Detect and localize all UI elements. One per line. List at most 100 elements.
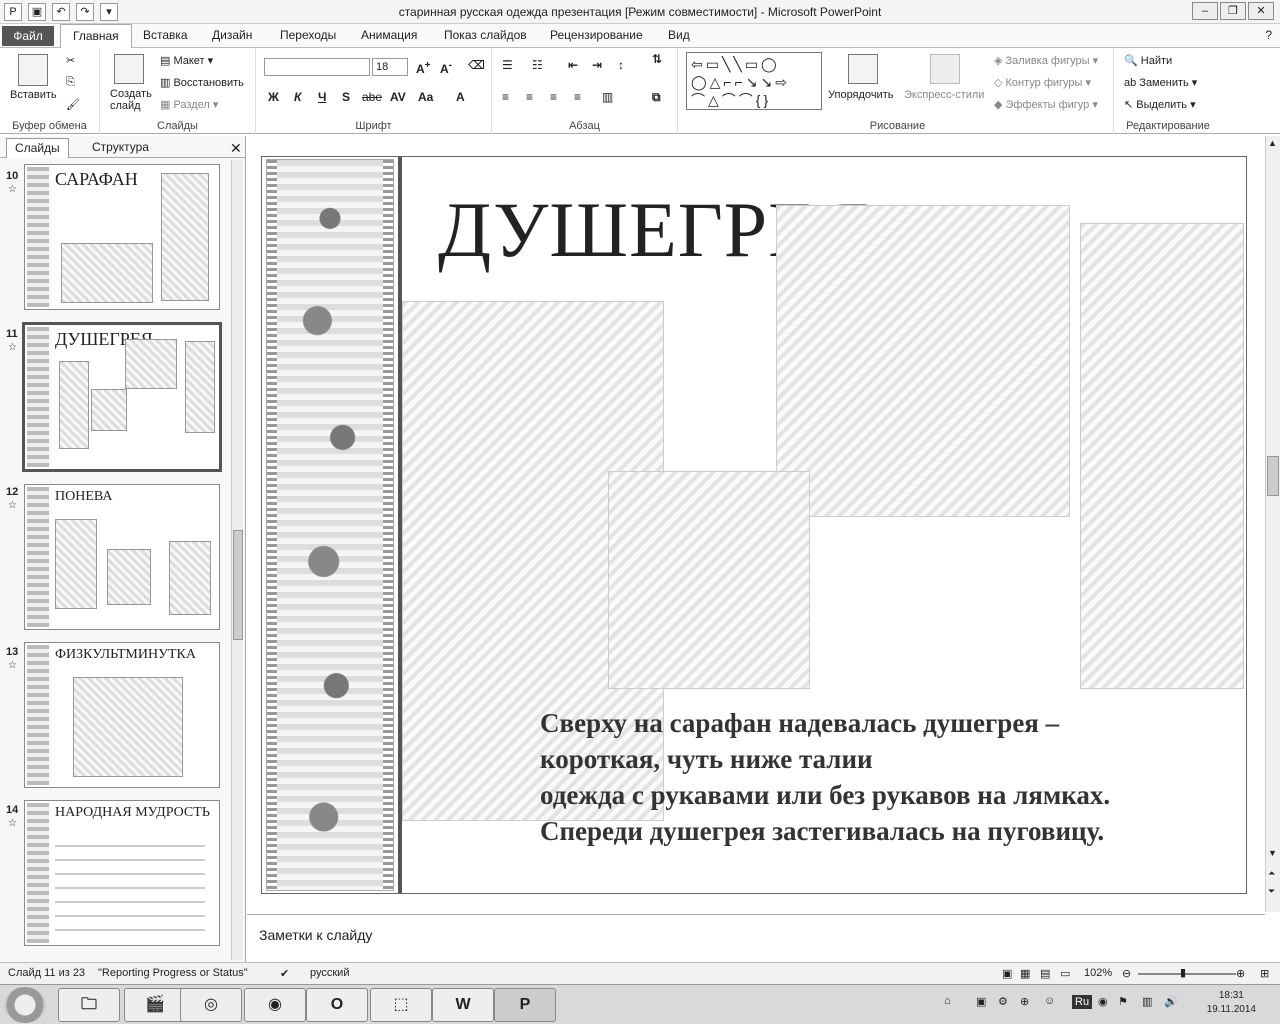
- fit-slide-icon[interactable]: ⊞: [1260, 967, 1269, 980]
- flag-icon[interactable]: ⚑: [1118, 995, 1128, 1008]
- select-button[interactable]: ↖ Выделить ▾: [1124, 98, 1196, 111]
- tab-slideshow[interactable]: Показ слайдов: [444, 28, 527, 42]
- word-icon[interactable]: W: [432, 988, 494, 1022]
- find-button[interactable]: 🔍 Найти: [1124, 54, 1172, 67]
- explorer-icon[interactable]: 🗀: [58, 988, 120, 1022]
- tray-icon[interactable]: ⊕: [1020, 995, 1029, 1008]
- arrange-icon[interactable]: [848, 54, 878, 84]
- volume-icon[interactable]: 🔊: [1164, 995, 1178, 1008]
- powerpoint-taskbar-icon[interactable]: P: [494, 988, 556, 1022]
- notes-pane[interactable]: Заметки к слайду: [247, 914, 1265, 962]
- clear-format-icon[interactable]: ⌫: [468, 58, 485, 72]
- sleeveless-dushegreya-image[interactable]: [608, 471, 810, 689]
- section-button[interactable]: ▦ Раздел ▾: [160, 98, 218, 111]
- format-painter-icon[interactable]: 🖌: [66, 98, 80, 111]
- tab-review[interactable]: Рецензирование: [550, 28, 643, 42]
- tray-icon[interactable]: ☺: [1044, 995, 1055, 1007]
- tab-file[interactable]: Файл: [2, 26, 54, 46]
- underline-button[interactable]: Ч: [318, 90, 326, 104]
- zoom-slider-handle[interactable]: ▮: [1180, 966, 1186, 979]
- keyboard-language[interactable]: Ru: [1072, 995, 1093, 1009]
- tray-icon[interactable]: ⚙: [998, 995, 1008, 1008]
- zoom-out-icon[interactable]: ⊖: [1122, 967, 1131, 980]
- slides-pane-scrollbar[interactable]: [231, 160, 243, 960]
- new-slide-icon[interactable]: [114, 54, 144, 84]
- bold-button[interactable]: Ж: [268, 90, 279, 104]
- zoom-level[interactable]: 102%: [1084, 967, 1112, 979]
- scrollbar-thumb[interactable]: [1267, 456, 1279, 496]
- grow-font-icon[interactable]: A+: [416, 60, 431, 76]
- quick-styles-button[interactable]: Экспресс-стили: [904, 89, 984, 101]
- arrange-button[interactable]: Упорядочить: [828, 89, 893, 101]
- theme-status[interactable]: "Reporting Progress or Status": [98, 967, 248, 979]
- paste-icon[interactable]: [18, 54, 48, 86]
- tab-view[interactable]: Вид: [668, 28, 690, 42]
- floral-ornament-image[interactable]: [1080, 223, 1244, 689]
- italic-button[interactable]: К: [294, 90, 301, 104]
- tab-transitions[interactable]: Переходы: [280, 28, 336, 42]
- bullets-icon[interactable]: ☰: [502, 58, 513, 72]
- scroll-up-icon[interactable]: ▲: [1268, 138, 1277, 148]
- reset-button[interactable]: ▥ Восстановить: [160, 76, 244, 89]
- change-case-button[interactable]: Aa: [418, 90, 433, 104]
- help-icon[interactable]: ?: [1265, 28, 1272, 42]
- char-spacing-button[interactable]: AV: [390, 90, 406, 104]
- replace-button[interactable]: ab Заменить ▾: [1124, 76, 1197, 89]
- cut-icon[interactable]: ✂: [66, 54, 75, 67]
- close-icon[interactable]: ✕: [1248, 2, 1274, 20]
- slideshow-view-icon[interactable]: ▭: [1060, 967, 1070, 980]
- increase-indent-icon[interactable]: ⇥: [592, 58, 602, 72]
- layout-button[interactable]: ▤ Макет ▾: [160, 54, 213, 67]
- tab-design[interactable]: Дизайн: [212, 28, 252, 42]
- current-slide[interactable]: ДУШЕГРЕЯ Сверху на сарафан надевалась ду…: [261, 156, 1247, 894]
- media-center-icon[interactable]: ◎: [180, 988, 242, 1022]
- align-right-icon[interactable]: ≡: [550, 90, 557, 104]
- tab-outline-pane[interactable]: Структура: [84, 138, 157, 158]
- sorter-view-icon[interactable]: ▦: [1020, 967, 1030, 980]
- shapes-gallery[interactable]: ⇦▭╲╲▭◯ ◯△⌐⌐↘↘⇨ ⌒△⌒⌒{}: [686, 52, 822, 110]
- shape-effects-button[interactable]: ◆ Эффекты фигур ▾: [994, 98, 1098, 111]
- shrink-font-icon[interactable]: A-: [440, 60, 452, 76]
- shape-outline-button[interactable]: ◇ Контур фигуры ▾: [994, 76, 1091, 89]
- smartart-icon[interactable]: ⧉: [652, 90, 661, 105]
- opera-icon[interactable]: O: [306, 988, 368, 1022]
- shape-fill-button[interactable]: ◈ Заливка фигуры ▾: [994, 54, 1098, 67]
- prev-slide-icon[interactable]: ⏶: [1268, 868, 1275, 879]
- firefox-icon[interactable]: ◉: [244, 988, 306, 1022]
- clock[interactable]: 18:31 19.11.2014: [1207, 989, 1256, 1017]
- next-slide-icon[interactable]: ⏷: [1268, 886, 1275, 897]
- scroll-down-icon[interactable]: ▼: [1268, 848, 1277, 858]
- language-status[interactable]: русский: [310, 967, 349, 979]
- new-slide-button[interactable]: Создать слайд: [110, 88, 156, 112]
- normal-view-icon[interactable]: ▣: [1002, 967, 1012, 980]
- tray-icon[interactable]: ▣: [976, 995, 986, 1008]
- align-left-icon[interactable]: ≡: [502, 90, 509, 104]
- font-size-combo[interactable]: 18: [372, 58, 408, 76]
- shadow-button[interactable]: S: [342, 90, 350, 104]
- columns-icon[interactable]: ▥: [602, 90, 613, 104]
- start-button-icon[interactable]: [4, 987, 46, 1023]
- restore-icon[interactable]: ❐: [1220, 2, 1246, 20]
- minimize-icon[interactable]: –: [1192, 2, 1218, 20]
- quick-styles-icon[interactable]: [930, 54, 960, 84]
- slide-thumbnail-10[interactable]: САРАФАН: [24, 164, 220, 310]
- strikethrough-button[interactable]: abe: [362, 90, 382, 104]
- tray-icon[interactable]: ⌂: [944, 995, 951, 1007]
- paste-button[interactable]: Вставить: [10, 89, 57, 101]
- network-icon[interactable]: ▥: [1142, 995, 1152, 1008]
- notes-placeholder[interactable]: Заметки к слайду: [259, 927, 372, 943]
- reading-view-icon[interactable]: ▤: [1040, 967, 1050, 980]
- slide-thumbnail-14[interactable]: НАРОДНАЯ МУДРОСТЬ: [24, 800, 220, 946]
- zoom-in-icon[interactable]: ⊕: [1236, 967, 1245, 980]
- slide-scrollbar[interactable]: ▲ ▼ ⏶ ⏷: [1265, 136, 1280, 912]
- close-pane-icon[interactable]: ✕: [222, 138, 250, 158]
- slide-thumbnail-11[interactable]: ДУШЕГРЕЯ: [22, 322, 222, 472]
- tab-home[interactable]: Главная: [60, 24, 132, 49]
- line-spacing-icon[interactable]: ↕: [618, 58, 624, 72]
- snipping-tool-icon[interactable]: ⬚: [370, 988, 432, 1022]
- tray-icon[interactable]: ◉: [1098, 995, 1108, 1008]
- copy-icon[interactable]: ⎘: [66, 76, 75, 89]
- dushegreya-jacket-image[interactable]: [776, 205, 1070, 517]
- text-direction-icon[interactable]: ⇅: [652, 52, 662, 66]
- slide-body-text[interactable]: Сверху на сарафан надевалась душегрея – …: [540, 705, 1240, 849]
